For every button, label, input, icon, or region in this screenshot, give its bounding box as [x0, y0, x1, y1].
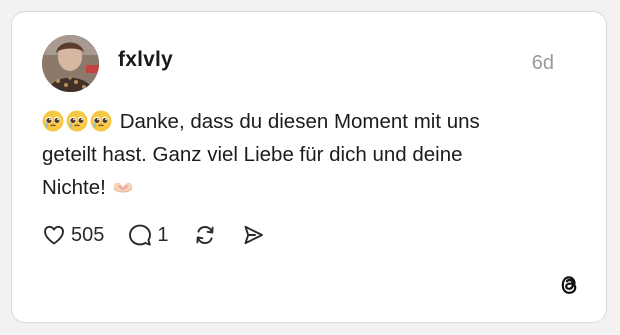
- like-button[interactable]: 505: [42, 223, 104, 247]
- pleading-face-emoji: [42, 110, 64, 132]
- post-text-line-3: Nichte!: [42, 171, 562, 204]
- post-card[interactable]: fxlvly 6d Danke, dass du diesen Moment m…: [11, 11, 607, 323]
- share-button[interactable]: [241, 223, 265, 247]
- threads-logo-icon[interactable]: [556, 272, 582, 298]
- post-text-line-3-text: Nichte!: [42, 176, 112, 199]
- post-text-line-1: Danke, dass du diesen Moment mit uns: [42, 105, 562, 138]
- post-text-line-1-text: Danke, dass du diesen Moment mit uns: [114, 110, 480, 133]
- comment-button[interactable]: 1: [128, 223, 169, 247]
- repost-button[interactable]: [193, 223, 217, 247]
- comment-count: 1: [157, 223, 169, 246]
- post-text-line-2: geteilt hast. Ganz viel Liebe für dich u…: [42, 143, 463, 166]
- send-icon: [244, 225, 263, 245]
- comment-icon: [129, 224, 152, 246]
- pleading-face-emoji: [90, 110, 112, 132]
- post-actions: 505 1: [42, 222, 289, 248]
- pleading-face-emoji: [66, 110, 88, 132]
- username[interactable]: fxlvly: [118, 48, 173, 72]
- post-timestamp: 6d: [531, 52, 554, 74]
- avatar[interactable]: [42, 35, 99, 92]
- heart-icon: [44, 225, 64, 245]
- post-text: Danke, dass du diesen Moment mit uns get…: [42, 105, 562, 204]
- repost-icon: [195, 226, 214, 244]
- heart-hands-emoji: [112, 176, 134, 198]
- like-count: 505: [71, 223, 105, 246]
